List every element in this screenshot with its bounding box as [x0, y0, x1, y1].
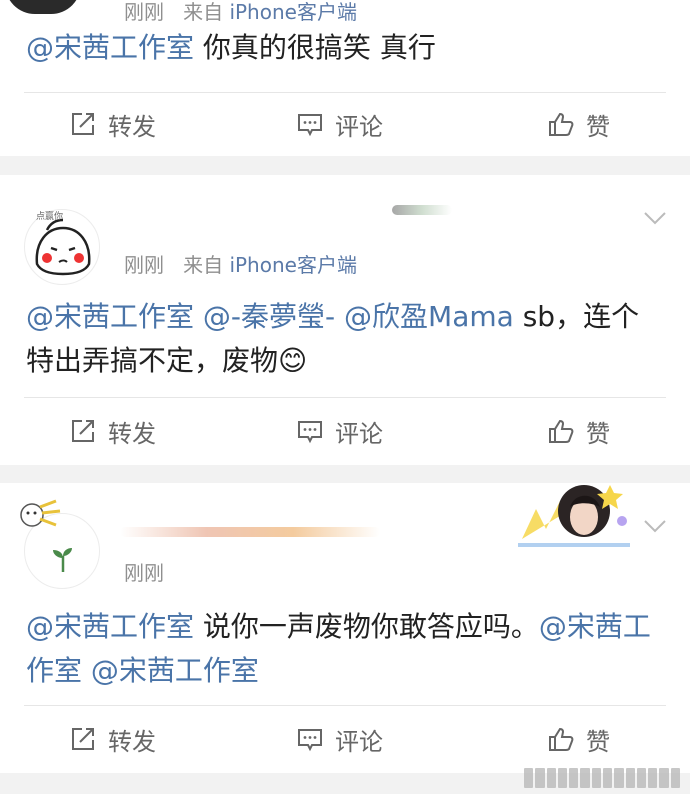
comment-icon [298, 114, 322, 137]
comment-card: 刚刚 来自 iPhone客户端 @宋茜工作室 你真的很搞笑 真行 转发 评论 赞 [0, 0, 690, 156]
username-redacted [120, 527, 380, 537]
thumbs-up-icon [549, 112, 574, 136]
thumbs-up-icon [549, 727, 574, 751]
mention-link[interactable]: @宋茜工作室 [91, 654, 259, 687]
post-meta: 刚刚 来自 iPhone客户端 [124, 0, 357, 25]
divider [24, 397, 666, 398]
forward-button[interactable]: 转发 [0, 399, 249, 463]
forward-icon [72, 113, 94, 135]
post-time: 刚刚 [124, 0, 164, 24]
forward-label: 转发 [108, 112, 156, 141]
avatar-caption: 点赢你 [36, 212, 64, 222]
mention-link[interactable]: @-秦夢瑩- [203, 300, 335, 333]
comment-icon [298, 729, 322, 752]
avatar-decoration-icon [518, 485, 630, 547]
comment-label: 评论 [335, 727, 383, 756]
comment-text: @宋茜工作室 @-秦夢瑩- @欣盈Mama sb，连个特出弄搞不定，废物😊 [26, 295, 664, 383]
mention-link[interactable]: @欣盈Mama [344, 300, 514, 333]
thumbs-up-icon [549, 419, 574, 443]
chevron-down-icon[interactable] [642, 205, 668, 231]
comment-button[interactable]: 评论 [249, 92, 430, 156]
mention-link[interactable]: @宋茜工作室 [26, 300, 194, 333]
comment-card: 刚刚 @宋茜工作室 说你一声废物你敢答应吗。@宋茜工作室 @宋茜工作室 转发 评… [0, 483, 690, 773]
mention-link[interactable]: @宋茜工作室 [26, 610, 194, 643]
like-button[interactable]: 赞 [429, 92, 690, 156]
forward-icon [72, 728, 94, 750]
comment-button[interactable]: 评论 [249, 707, 430, 771]
username-redacted [392, 205, 452, 215]
post-from: 来自 [183, 253, 224, 277]
action-bar: 转发 评论 赞 [0, 92, 690, 156]
comment-body: 说你一声废物你敢答应吗。 [194, 610, 539, 643]
post-time: 刚刚 [124, 561, 164, 585]
like-label: 赞 [586, 112, 611, 141]
comment-button[interactable]: 评论 [249, 399, 430, 463]
watermark [524, 768, 680, 788]
comment-text: @宋茜工作室 说你一声废物你敢答应吗。@宋茜工作室 @宋茜工作室 [26, 605, 664, 693]
comment-card: 点赢你 刚刚 来自 iPhone客户端 @宋茜工作室 @-秦夢瑩- @欣盈Mam… [0, 175, 690, 465]
action-bar: 转发 评论 赞 [0, 707, 690, 771]
post-source[interactable]: iPhone客户端 [229, 253, 357, 277]
forward-label: 转发 [108, 419, 156, 448]
divider [24, 705, 666, 706]
post-source[interactable]: iPhone客户端 [229, 0, 357, 24]
mention-link[interactable]: @宋茜工作室 [26, 31, 194, 64]
comment-text: @宋茜工作室 你真的很搞笑 真行 [26, 26, 664, 70]
chevron-down-icon[interactable] [642, 513, 668, 539]
forward-button[interactable]: 转发 [0, 707, 249, 771]
post-meta: 刚刚 来自 iPhone客户端 [124, 249, 357, 278]
like-label: 赞 [586, 727, 611, 756]
comment-body: 你真的很搞笑 真行 [194, 31, 436, 64]
post-meta: 刚刚 [124, 557, 164, 586]
forward-button[interactable]: 转发 [0, 92, 249, 156]
comment-label: 评论 [335, 112, 383, 141]
like-label: 赞 [586, 419, 611, 448]
post-time: 刚刚 [124, 253, 164, 277]
action-bar: 转发 评论 赞 [0, 399, 690, 463]
comment-icon [298, 421, 322, 444]
post-from: 来自 [183, 0, 224, 24]
forward-icon [72, 420, 94, 442]
avatar[interactable] [5, 0, 81, 14]
forward-label: 转发 [108, 727, 156, 756]
sticker-icon [20, 499, 61, 527]
like-button[interactable]: 赞 [429, 707, 690, 771]
comment-label: 评论 [335, 419, 383, 448]
like-button[interactable]: 赞 [429, 399, 690, 463]
